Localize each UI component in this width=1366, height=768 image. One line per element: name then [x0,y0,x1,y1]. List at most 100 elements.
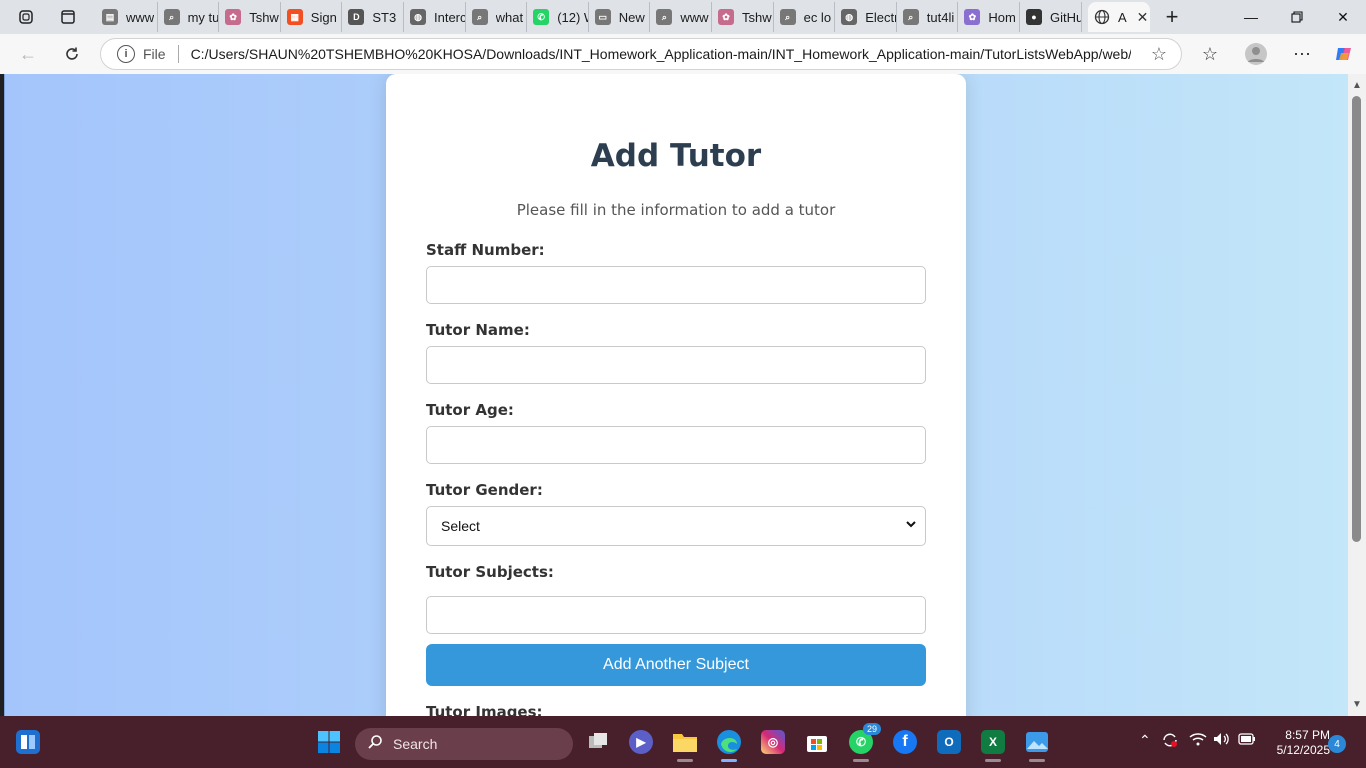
github-icon: ● [1026,9,1042,25]
browser-tab[interactable]: ⌕ tut4li [897,2,959,32]
microsoft-store-icon[interactable] [801,726,833,758]
browser-tab-label: tut4li [926,9,955,25]
facebook-icon[interactable]: f [889,726,921,758]
add-another-subject-button[interactable]: Add Another Subject [426,644,926,686]
wifi-icon[interactable] [1189,732,1207,749]
tutor-subjects-label: Tutor Subjects: [426,563,554,581]
chevron-up-icon[interactable]: ⌃ [1139,732,1151,749]
address-bar[interactable]: i File C:/Users/SHAUN%20TSHEMBHO%20KHOSA… [100,38,1182,70]
taskbar-search[interactable]: Search [355,728,573,760]
edge-browser-icon[interactable] [713,726,745,762]
browser-tab[interactable]: ⌕ www [650,2,712,32]
restore-button[interactable] [1274,0,1320,34]
outlook-icon[interactable]: O [933,726,965,758]
browser-tab-label: (12) W [557,9,588,25]
whatsapp-icon: ✆ [533,9,550,25]
globe-icon [1094,9,1110,25]
sync-icon[interactable] [1161,732,1179,751]
newtab-icon: ▭ [594,9,611,25]
page-title: Add Tutor [590,138,762,174]
search-icon: ⌕ [656,9,673,25]
search-icon [367,734,383,754]
browser-tab-label: www [126,9,155,25]
close-window-button[interactable]: ✕ [1320,0,1366,34]
browser-tab[interactable]: ✿ Hom [958,2,1020,32]
volume-icon[interactable] [1213,732,1231,749]
taskbar-search-label: Search [393,736,438,752]
refresh-button[interactable] [57,40,87,68]
browser-tab[interactable]: ✿ Tshw [219,2,281,32]
staff-number-input[interactable] [426,266,926,304]
search-icon: ⌕ [471,9,488,25]
browser-tab[interactable]: ● GitHu [1020,2,1082,32]
taskbar-clock[interactable]: 8:57 PM 5/12/2025 [1260,728,1330,758]
browser-tab-label: New [618,9,645,25]
file-explorer-icon[interactable] [669,726,701,762]
copilot-icon: ✿ [718,9,734,25]
copilot-icon[interactable] [1329,40,1359,68]
microsoft-icon: ▦ [286,9,303,25]
browser-tab-label: Tshw [249,9,279,25]
browser-tab[interactable]: ▦ Sign [281,2,343,32]
site-info-icon[interactable]: i [117,45,135,63]
browser-tab[interactable]: ⌕ my tu [158,2,220,32]
scroll-up-icon[interactable]: ▲ [1352,80,1362,91]
browser-tab[interactable]: ◍ Interc [404,2,466,32]
doc-icon: ▤ [102,9,118,25]
teams-icon[interactable]: ▶ [625,726,657,758]
photos-icon[interactable] [1021,726,1053,762]
clock-date: 5/12/2025 [1276,743,1330,757]
address-separator [177,45,179,63]
browser-tab-label: www [680,9,709,25]
favorite-star-icon[interactable]: ☆ [1151,44,1167,65]
browser-tab-label: Hom [988,9,1016,25]
new-tab-button[interactable]: + [1160,4,1184,30]
browser-tab[interactable]: ▤ www [96,2,158,32]
browser-tab[interactable]: ▭ New [589,2,651,32]
scroll-down-icon[interactable]: ▼ [1352,699,1362,710]
page-scrollbar[interactable]: ▲ ▼ [1348,74,1366,716]
windows-taskbar: Search ▶ ◎ ✆ 29 f O X ⌃ 8:57 PM 5/12/202… [0,716,1366,768]
minimize-button[interactable]: — [1228,0,1274,34]
browser-tab-label: Electr [865,9,896,25]
tutor-gender-select[interactable]: Select [426,506,926,546]
browser-tab-label: ec lo [803,9,832,25]
browser-tab[interactable]: ✆ (12) W [527,2,589,32]
browser-tab-label: GitHu [1050,9,1081,25]
browser-tab[interactable]: ⌕ ec lo [774,2,836,32]
chevron-down-icon [905,518,917,533]
start-button-icon[interactable] [313,726,345,758]
workspaces-icon[interactable] [13,5,39,29]
task-view-icon[interactable] [582,726,614,758]
browser-tab[interactable]: D ST3 [342,2,404,32]
profile-avatar[interactable] [1241,40,1271,68]
tutor-name-input[interactable] [426,346,926,384]
close-tab-icon[interactable]: ✕ [1137,9,1149,26]
copilot-icon: ✿ [964,9,981,25]
tab-active[interactable]: A ✕ [1088,2,1150,32]
tutor-age-label: Tutor Age: [426,401,514,419]
scheme-label: File [143,46,166,62]
battery-icon[interactable] [1238,732,1256,748]
excel-icon[interactable]: X [977,726,1009,762]
tutor-gender-label: Tutor Gender: [426,481,543,499]
browser-tab[interactable]: ◍ Electr [835,2,897,32]
browser-tab-label: Sign [310,9,337,25]
tutor-age-input[interactable] [426,426,926,464]
add-tutor-card: Add Tutor Please fill in the information… [386,74,966,716]
whatsapp-badge: 29 [862,723,881,735]
browser-tab[interactable]: ⌕ what [466,2,528,32]
tab-actions-icon[interactable] [55,5,81,29]
scrollbar-thumb[interactable] [1352,96,1361,542]
favorites-icon[interactable]: ☆ [1195,40,1225,68]
tutor-name-label: Tutor Name: [426,321,530,339]
whatsapp-icon[interactable]: ✆ 29 [845,723,881,762]
address-url[interactable]: C:/Users/SHAUN%20TSHEMBHO%20KHOSA/Downlo… [191,46,1131,62]
instagram-icon[interactable]: ◎ [757,726,789,758]
tutor-subjects-input[interactable] [426,596,926,634]
settings-menu-icon[interactable]: ⋯ [1287,40,1317,68]
notification-count-badge[interactable]: 4 [1328,735,1346,753]
browser-tab[interactable]: ✿ Tshw [712,2,774,32]
widgets-icon[interactable] [12,726,44,758]
back-button[interactable]: ← [13,40,43,68]
